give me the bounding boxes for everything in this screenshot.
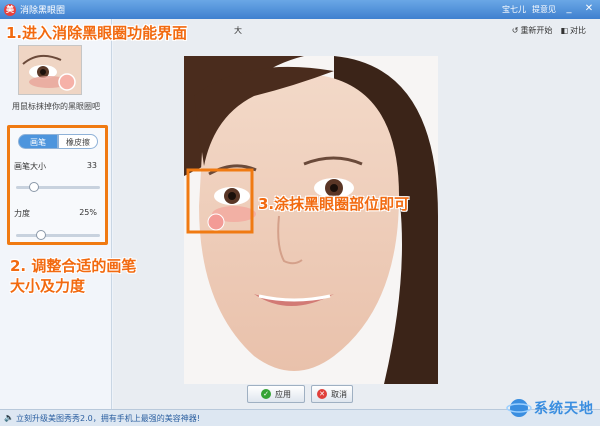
app-logo-icon: 美 [4, 3, 16, 16]
title-bar: 美 消除黑眼圈 宝七儿 提意见 _ ✕ [0, 0, 600, 19]
left-panel: 用鼠标抹掉你的黑眼圈吧 画笔 橡皮擦 画笔大小 33 力度 25% [0, 19, 112, 409]
status-message[interactable]: 立刻升级美图秀秀2.0，拥有手机上最强的美容神器! [16, 413, 200, 424]
brush-size-slider-handle[interactable] [29, 182, 40, 192]
step2-line2: 大小及力度 [10, 277, 86, 295]
step1-annotation: 1.进入消除黑眼圈功能界面 [6, 24, 188, 42]
eye-preview-icon [19, 46, 81, 94]
brush-size-value: 33 [86, 161, 97, 170]
check-icon: ✓ [261, 389, 271, 399]
tab-eraser[interactable]: 橡皮擦 [58, 134, 98, 149]
feedback-link[interactable]: 提意见 [532, 4, 556, 15]
step2-line1: 2. 调整合适的画笔 [10, 257, 137, 275]
compare-button[interactable]: ◧ 对比 [560, 25, 586, 36]
compare-label: 对比 [570, 26, 586, 35]
window-title: 消除黑眼圈 [20, 6, 66, 16]
cancel-label: 取消 [331, 389, 347, 399]
title-bar-actions: 宝七儿 提意见 _ ✕ [502, 2, 596, 16]
watermark-text: 系统天地 [534, 401, 594, 417]
app-window: 美 消除黑眼圈 宝七儿 提意见 _ ✕ 用鼠标抹掉你的黑眼圈吧 画笔 橡皮擦 画… [0, 0, 600, 426]
main-canvas-area: 大 ↺ 重新开始 ◧ 对比 ✓ 应用 ✕ 取消 [113, 19, 600, 409]
minimize-button[interactable]: _ [562, 2, 576, 16]
speaker-icon: 🔈 [4, 413, 14, 422]
apply-label: 应用 [275, 389, 291, 399]
reset-button[interactable]: ↺ 重新开始 [512, 25, 553, 36]
brush-size-slider[interactable] [16, 182, 100, 192]
compare-icon: ◧ [560, 26, 568, 35]
portrait-image [184, 56, 438, 384]
toolbar-label: 大 [234, 26, 242, 35]
tab-brush[interactable]: 画笔 [18, 134, 58, 149]
globe-logo-icon [506, 399, 532, 417]
site-watermark: 系统天地 [506, 397, 594, 419]
apply-button[interactable]: ✓ 应用 [247, 385, 305, 403]
reset-label: 重新开始 [520, 26, 553, 35]
step2-annotation: 2. 调整合适的画笔 大小及力度 [10, 256, 136, 296]
strength-value: 25% [79, 208, 97, 217]
cancel-icon: ✕ [317, 389, 327, 399]
strength-slider-handle[interactable] [35, 230, 46, 240]
brush-size-label: 画笔大小 [14, 162, 46, 171]
brush-settings-box: 画笔 橡皮擦 画笔大小 33 力度 25% [7, 125, 108, 245]
strength-label: 力度 [14, 209, 30, 218]
photo-canvas[interactable] [184, 56, 438, 384]
step3-annotation: 3.涂抹黑眼圈部位即可 [258, 195, 410, 213]
preview-thumbnail [18, 45, 82, 95]
user-name[interactable]: 宝七儿 [502, 4, 526, 15]
tool-tabs: 画笔 橡皮擦 [18, 134, 98, 149]
thumbnail-hint: 用鼠标抹掉你的黑眼圈吧 [12, 102, 100, 111]
strength-slider[interactable] [16, 230, 100, 240]
undo-icon: ↺ [511, 26, 519, 35]
cancel-button[interactable]: ✕ 取消 [311, 385, 353, 403]
toolbar-actions: ↺ 重新开始 ◧ 对比 [512, 25, 586, 36]
close-button[interactable]: ✕ [582, 2, 596, 16]
